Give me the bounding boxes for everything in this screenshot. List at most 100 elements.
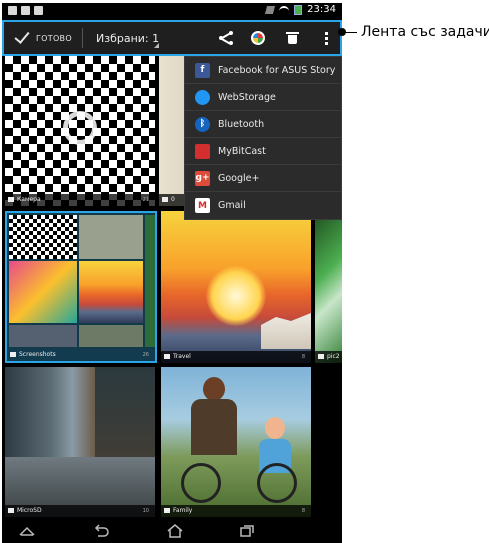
gmail-icon: M — [195, 198, 210, 213]
album-caption: MicroSD 10 — [5, 505, 155, 517]
dropdown-triangle-icon — [154, 43, 159, 48]
gallery-notification-icon — [8, 6, 17, 15]
album-count: 8 — [301, 354, 305, 360]
person-head-shape — [203, 377, 225, 401]
album-tile-camera[interactable]: Камера 21 — [5, 56, 155, 206]
overflow-menu-icon — [324, 31, 328, 45]
folder-icon — [8, 197, 14, 202]
folder-icon — [10, 352, 16, 357]
share-menu-item-gmail[interactable]: M Gmail — [185, 192, 341, 219]
album-name: Travel — [173, 353, 191, 360]
menu-item-label: MyBitCast — [218, 145, 266, 157]
album-caption: pic2 — [315, 351, 342, 363]
back-button[interactable] — [90, 523, 112, 539]
album-tile-screenshots[interactable]: Screenshots 26 — [5, 211, 157, 363]
album-name: 0 — [171, 196, 175, 203]
album-tile-family[interactable]: Family 8 — [161, 367, 311, 517]
status-bar: 23:34 — [2, 3, 342, 19]
google-plus-icon: g+ — [195, 170, 210, 186]
recent-apps-icon — [240, 525, 254, 537]
share-menu-item-facebook[interactable]: f Facebook for ASUS Story — [185, 57, 341, 84]
bluetooth-icon: ᛒ — [195, 116, 210, 132]
share-menu-item-bluetooth[interactable]: ᛒ Bluetooth — [185, 111, 341, 138]
menu-item-label: Gmail — [218, 200, 246, 211]
album-count: 26 — [142, 352, 149, 358]
back-icon — [94, 524, 109, 537]
thumb — [79, 215, 143, 259]
menu-item-label: Bluetooth — [218, 118, 265, 130]
cast-icon — [251, 31, 265, 45]
selection-label: Избрани: 1 — [96, 31, 160, 45]
thumb — [9, 261, 77, 323]
share-menu-item-webstorage[interactable]: WebStorage — [185, 84, 341, 111]
overflow-menu-button[interactable] — [312, 24, 340, 52]
album-name: Камера — [17, 196, 41, 203]
share-menu-item-google-plus[interactable]: g+ Google+ — [185, 165, 341, 192]
mute-icon — [265, 5, 276, 14]
done-button[interactable]: ГОТОВО — [8, 22, 72, 54]
album-caption: Screenshots 26 — [7, 349, 155, 361]
menu-item-label: Google+ — [218, 172, 260, 184]
navigation-bar — [2, 519, 342, 543]
share-menu: f Facebook for ASUS Story WebStorage ᛒ B… — [184, 56, 342, 220]
camera-icon — [63, 111, 97, 145]
menu-item-label: WebStorage — [218, 91, 276, 103]
file-notification-icon — [21, 6, 30, 15]
bike-wheel-shape — [257, 463, 297, 503]
album-tile-pic2[interactable]: pic2 — [315, 211, 342, 363]
share-menu-item-mybitcast[interactable]: MyBitCast — [185, 138, 341, 165]
signal-notification-icon — [34, 6, 43, 15]
album-caption: Travel 8 — [161, 351, 311, 363]
keyboard-hide-button[interactable] — [16, 523, 38, 539]
webstorage-icon — [195, 89, 210, 105]
divider — [82, 28, 83, 48]
album-caption: Family 8 — [161, 505, 311, 517]
album-name: MicroSD — [17, 507, 42, 514]
cast-button[interactable] — [244, 24, 272, 52]
thumb — [145, 215, 155, 347]
action-bar: ГОТОВО Избрани: 1 — [2, 20, 342, 56]
folder-icon — [164, 354, 170, 359]
share-button[interactable] — [212, 24, 240, 52]
battery-icon — [294, 4, 303, 15]
folder-icon — [162, 197, 168, 202]
album-tile-microsd[interactable]: MicroSD 10 — [5, 367, 155, 517]
folder-icon — [164, 508, 170, 513]
keyboard-hide-icon — [19, 526, 35, 536]
person-body-shape — [191, 399, 237, 455]
wifi-icon — [279, 5, 290, 14]
album-name: Screenshots — [19, 351, 56, 358]
album-count: 8 — [301, 508, 305, 514]
bike-wheel-shape — [181, 463, 221, 503]
album-count: 10 — [142, 508, 149, 514]
status-time: 23:34 — [307, 4, 336, 15]
album-name: Family — [173, 507, 193, 514]
album-tile-travel[interactable]: Travel 8 — [161, 211, 311, 363]
tablet-screen: 23:34 Камера 21 0 Screenshots 26 Travel 8 p… — [2, 3, 342, 543]
callout-label: Лента със задачи — [361, 24, 489, 40]
delete-button[interactable] — [278, 24, 306, 52]
sun-shape — [206, 266, 266, 326]
facebook-story-icon: f — [195, 62, 210, 78]
selection-dropdown[interactable]: Избрани: 1 — [96, 22, 159, 54]
album-caption: Камера 21 — [5, 194, 155, 206]
folder-icon — [318, 354, 324, 359]
recent-apps-button[interactable] — [236, 523, 258, 539]
home-icon — [167, 524, 183, 538]
album-name: pic2 — [327, 353, 340, 360]
thumb — [9, 215, 77, 259]
check-icon — [14, 28, 30, 44]
thumb — [79, 261, 143, 323]
callout-line — [343, 32, 357, 33]
delete-icon — [285, 32, 299, 44]
mybitcast-icon — [195, 143, 210, 159]
child-head-shape — [265, 417, 285, 439]
menu-item-label: Facebook for ASUS Story — [218, 64, 336, 76]
done-label: ГОТОВО — [36, 33, 72, 43]
village-shape — [261, 313, 311, 349]
thumb — [9, 325, 77, 347]
album-count: 21 — [142, 197, 149, 203]
home-button[interactable] — [164, 523, 186, 539]
folder-icon — [8, 508, 14, 513]
share-icon — [219, 31, 233, 45]
